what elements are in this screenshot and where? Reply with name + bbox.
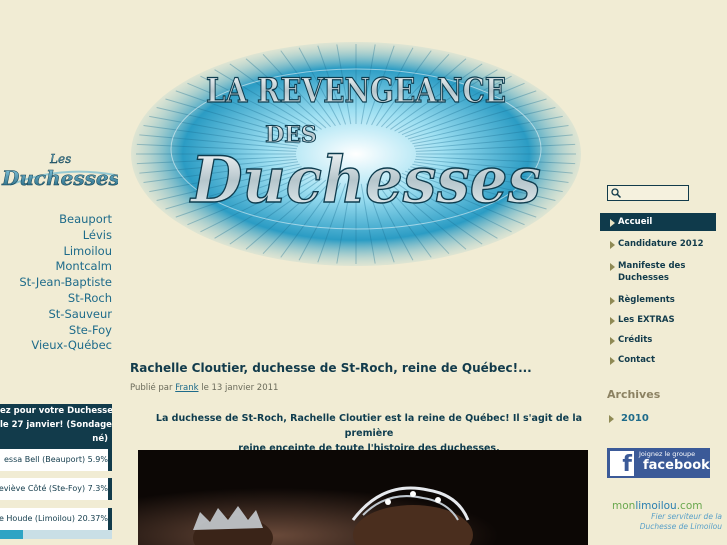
nav-item-label: Accueil [618, 217, 653, 227]
les-duchesses-logo[interactable]: Les Duchesses [0, 145, 118, 195]
monlimoilou-badge[interactable]: monlimoilou.com Fier serviteur de la Duc… [612, 500, 722, 532]
poll-title-line: né) [92, 434, 108, 444]
monlimoilou-brand-a: mon [612, 500, 636, 512]
logo-line1: Les [49, 152, 71, 166]
facebook-group-button[interactable]: f Joignez le groupe facebook [607, 448, 710, 478]
nav-item-label: Les EXTRAS [618, 315, 675, 325]
search-input[interactable] [624, 186, 684, 198]
site-banner[interactable]: LA REVENGEANCE DES Duchesses [126, 34, 586, 274]
poll-title: ez pour votre Duchesse le 27 janvier! (S… [0, 404, 112, 454]
district-link-vieux-quebec[interactable]: Vieux-Québec [0, 338, 112, 354]
monlimoilou-tagline-1: Fier serviteur de la [651, 512, 722, 521]
nav-item-les-extras[interactable]: Les EXTRAS [600, 311, 716, 329]
post-body-line: La duchesse de St-Roch, Rachelle Cloutie… [155, 413, 583, 439]
nav-item-reglements[interactable]: Règlements [600, 291, 716, 309]
arrow-right-icon [610, 317, 615, 325]
facebook-icon: f [610, 451, 634, 477]
post-title[interactable]: Rachelle Cloutier, duchesse de St-Roch, … [130, 361, 532, 375]
arrow-right-icon [610, 263, 615, 271]
district-link-beauport[interactable]: Beauport [0, 212, 112, 228]
nav-item-candidature-2012[interactable]: Candidature 2012 [600, 235, 716, 253]
nav-item-contact[interactable]: Contact [600, 351, 716, 369]
arrow-right-icon [610, 241, 615, 249]
post-author-link[interactable]: Frank [175, 383, 198, 393]
archive-label: 2010 [621, 413, 649, 424]
poll-bar-fill [0, 530, 23, 539]
facebook-join-text: Joignez le groupe [639, 450, 696, 458]
nav-item-label: Crédits [618, 335, 653, 345]
district-link-st-roch[interactable]: St-Roch [0, 291, 112, 307]
search-icon[interactable] [610, 187, 622, 199]
district-link-levis[interactable]: Lévis [0, 228, 112, 244]
arrow-right-icon [610, 219, 615, 227]
nav-item-label: Manifeste des Duchesses [618, 261, 686, 283]
district-link-st-sauveur[interactable]: St-Sauveur [0, 307, 113, 323]
nav-item-accueil[interactable]: Accueil [600, 213, 716, 231]
post-date: le 13 janvier 2011 [201, 383, 279, 393]
nav-item-manifeste[interactable]: Manifeste des Duchesses [600, 257, 692, 287]
arrow-right-icon [609, 415, 614, 423]
district-link-limoilou[interactable]: Limoilou [0, 244, 112, 260]
poll-option-label: elle Houde (Limoilou) 20.37% [0, 508, 108, 530]
main-nav: Accueil Candidature 2012 Manifeste des D… [600, 213, 716, 369]
poll-option[interactable]: eviève Côté (Ste-Foy) 7.3% [0, 478, 112, 500]
district-link-ste-foy[interactable]: Ste-Foy [0, 323, 112, 339]
facebook-wordmark: facebook [643, 458, 710, 473]
post-meta-prefix: Publié par [130, 383, 173, 393]
archives-heading: Archives [607, 388, 661, 401]
poll-option[interactable]: essa Bell (Beauport) 5.9% [0, 449, 112, 471]
poll-bar-track [0, 530, 112, 539]
logo-line2: Duchesses [1, 166, 118, 190]
nav-item-label: Règlements [618, 295, 675, 305]
post-photo[interactable] [138, 450, 588, 545]
arrow-right-icon [610, 337, 615, 345]
district-link-montcalm[interactable]: Montcalm [0, 259, 112, 275]
poll-option-label: essa Bell (Beauport) 5.9% [0, 449, 108, 471]
post-meta: Publié par Frank le 13 janvier 2011 [130, 383, 278, 393]
nav-item-credits[interactable]: Crédits [600, 331, 716, 349]
arrow-right-icon [610, 357, 615, 365]
district-link-st-jean-baptiste[interactable]: St-Jean-Baptiste [0, 275, 112, 291]
monlimoilou-brand-c: .com [676, 500, 703, 512]
banner-line1: LA REVENGEANCE [206, 71, 506, 111]
poll-option[interactable]: elle Houde (Limoilou) 20.37% [0, 508, 112, 530]
archive-link-2010[interactable]: 2010 [609, 413, 649, 424]
poll-option-label: eviève Côté (Ste-Foy) 7.3% [0, 478, 108, 500]
banner-line3: Duchesses [189, 143, 541, 218]
arrow-right-icon [610, 297, 615, 305]
nav-item-label: Contact [618, 355, 656, 365]
poll-title-line: le 27 janvier! (Sondage [0, 420, 112, 430]
district-list: Beauport Lévis Limoilou Montcalm St-Jean… [0, 212, 112, 354]
nav-item-label: Candidature 2012 [618, 239, 704, 249]
search-box[interactable] [607, 185, 689, 201]
monlimoilou-tagline-2: Duchesse de Limoilou [639, 522, 722, 531]
monlimoilou-brand-b: limoilou [635, 500, 677, 512]
monlimoilou-logo: monlimoilou.com [612, 500, 722, 512]
poll-title-line: ez pour votre Duchesse [0, 406, 112, 416]
